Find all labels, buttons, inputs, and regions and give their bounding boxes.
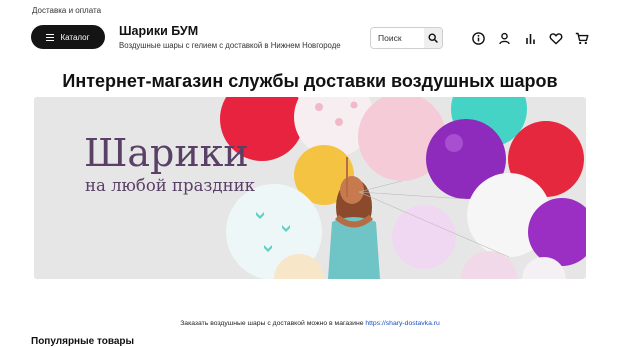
search-box <box>370 27 443 49</box>
popular-heading: Популярные товары <box>31 336 135 347</box>
search-button[interactable] <box>424 28 442 48</box>
banner-subtitle: на любой праздник <box>85 176 255 195</box>
search-icon <box>428 33 438 43</box>
shop-description: Воздушные шары с гелием с доставкой в Ни… <box>119 41 341 50</box>
shop-url-link[interactable]: https://shary-dostavka.ru <box>365 320 439 327</box>
banner-title: Шарики <box>84 131 249 175</box>
page-title: Интернет-магазин службы доставки воздушн… <box>62 71 558 91</box>
stats-icon[interactable] <box>522 30 538 46</box>
order-note-text: Заказать воздушные шары с доставкой можн… <box>180 320 366 327</box>
menu-icon <box>46 32 55 43</box>
catalog-label: Каталог <box>60 32 90 42</box>
order-note: Заказать воздушные шары с доставкой можн… <box>0 320 620 327</box>
heart-icon[interactable] <box>548 30 564 46</box>
delivery-link[interactable]: Доставка и оплата <box>32 6 101 15</box>
info-icon[interactable] <box>470 30 486 46</box>
user-icon[interactable] <box>496 30 512 46</box>
search-input[interactable] <box>371 28 424 48</box>
shop-name[interactable]: Шарики БУМ <box>119 24 198 38</box>
promo-banner[interactable]: Шарики на любой праздник <box>34 97 586 279</box>
catalog-button[interactable]: Каталог <box>31 25 105 49</box>
cart-icon[interactable] <box>574 30 590 46</box>
